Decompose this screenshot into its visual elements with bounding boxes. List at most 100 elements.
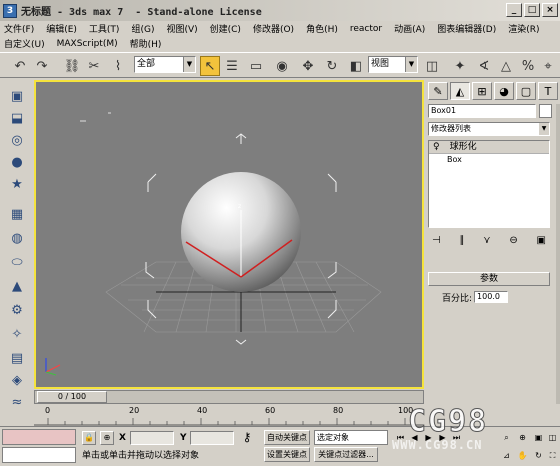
field-of-view-icon[interactable]: ⊿ <box>500 449 513 462</box>
menu-graph-editors[interactable]: 图表编辑器(D) <box>437 22 496 35</box>
select-object-icon[interactable]: ↖ <box>200 56 220 76</box>
object-color-swatch[interactable] <box>539 104 552 118</box>
snap-toggle-icon[interactable]: ∢ <box>474 56 494 76</box>
menu-views[interactable]: 视图(V) <box>166 22 197 35</box>
arc-rotate-icon[interactable]: ↻ <box>532 449 545 462</box>
spinner-snap-icon[interactable]: ⌖ <box>538 56 558 76</box>
create-tube-icon[interactable]: ◎ <box>6 130 28 150</box>
maximize-button[interactable]: □ <box>524 3 540 17</box>
menu-character[interactable]: 角色(H) <box>306 22 338 35</box>
key-icon[interactable]: ⚷ <box>240 431 254 445</box>
pan-icon[interactable]: ✋ <box>516 449 529 462</box>
stack-item-spherify[interactable]: ♀ 球形化 <box>429 141 549 154</box>
menu-customize[interactable]: 自定义(U) <box>4 37 45 50</box>
tab-motion[interactable]: ◕ <box>494 82 514 100</box>
menu-help[interactable]: 帮助(H) <box>130 37 162 50</box>
minimize-button[interactable]: _ <box>506 3 522 17</box>
menu-rendering[interactable]: 渲染(R) <box>508 22 539 35</box>
unlink-icon[interactable]: ✂ <box>84 56 104 76</box>
menu-create[interactable]: 创建(C) <box>210 22 241 35</box>
rectangular-region-icon[interactable]: ▭ <box>246 56 266 76</box>
menu-animation[interactable]: 动画(A) <box>394 22 425 35</box>
create-spacewarp-icon[interactable]: ≈ <box>6 392 28 412</box>
modifier-list-dropdown[interactable]: 修改器列表 ▼ <box>428 122 550 136</box>
key-mode-dropdown[interactable]: 选定对象 <box>314 430 388 445</box>
zoom-icon[interactable]: ⌕ <box>500 431 513 444</box>
create-helper-icon[interactable]: ◈ <box>6 370 28 390</box>
create-sphere-icon[interactable]: ● <box>6 152 28 172</box>
create-gear-icon[interactable]: ⚙ <box>6 300 28 320</box>
move-icon[interactable]: ✥ <box>298 56 318 76</box>
time-slider[interactable]: 0 / 100 <box>34 390 424 404</box>
select-and-manipulate-icon[interactable]: ✦ <box>450 56 470 76</box>
create-box-icon[interactable]: ▣ <box>6 86 28 106</box>
maximize-viewport-icon[interactable]: ⛶ <box>546 449 559 462</box>
tab-utilities[interactable]: T <box>538 82 558 100</box>
lightbulb-icon[interactable]: ♀ <box>433 141 440 153</box>
track-bar[interactable]: 0 20 40 60 80 100 <box>34 406 424 426</box>
angle-snap-icon[interactable]: △ <box>496 56 516 76</box>
window-crossing-icon[interactable]: ◉ <box>272 56 292 76</box>
tab-display[interactable]: ▢ <box>516 82 536 100</box>
command-panel-scrollbar[interactable] <box>556 104 560 404</box>
tab-modify[interactable]: ◭ <box>450 82 470 100</box>
menu-file[interactable]: 文件(F) <box>4 22 34 35</box>
make-unique-icon[interactable]: ⋎ <box>483 235 490 251</box>
menu-edit[interactable]: 编辑(E) <box>46 22 77 35</box>
rotate-icon[interactable]: ↻ <box>322 56 342 76</box>
selection-filter-dropdown[interactable]: 全部 ▼ <box>134 56 196 73</box>
create-torus-icon[interactable]: ◍ <box>6 228 28 248</box>
tab-hierarchy[interactable]: ⊞ <box>472 82 492 100</box>
menu-maxscript[interactable]: MAXScript(M) <box>57 39 118 49</box>
set-key-button[interactable]: 设置关键点 <box>264 447 310 462</box>
time-slider-knob[interactable]: 0 / 100 <box>37 391 107 403</box>
redo-icon[interactable]: ↷ <box>32 56 52 76</box>
absolute-mode-icon[interactable]: ⊕ <box>100 431 114 445</box>
create-camera-icon[interactable]: ▤ <box>6 348 28 368</box>
prompt-line: 单击或单击并拖动以选择对象 <box>82 451 200 461</box>
show-end-result-icon[interactable]: ∥ <box>459 235 464 251</box>
create-plane-icon[interactable]: ▦ <box>6 204 28 224</box>
menu-modifiers[interactable]: 修改器(O) <box>253 22 294 35</box>
undo-icon[interactable]: ↶ <box>10 56 30 76</box>
pin-stack-icon[interactable]: ⊣ <box>432 235 441 251</box>
pivot-center-icon[interactable]: ◫ <box>422 56 442 76</box>
tab-create[interactable]: ✎ <box>428 82 448 100</box>
create-capsule-icon[interactable]: ⬭ <box>6 252 28 272</box>
menu-group[interactable]: 组(G) <box>131 22 154 35</box>
create-cylinder-icon[interactable]: ⬓ <box>6 108 28 128</box>
menu-reactor[interactable]: reactor <box>350 24 382 34</box>
key-filters-button[interactable]: 关键点过滤器... <box>314 447 378 462</box>
stack-item-box[interactable]: Box <box>429 154 549 166</box>
watermark-url: WWW.CG98.CN <box>392 438 483 452</box>
create-pyramid-icon[interactable]: ▲ <box>6 276 28 296</box>
select-and-link-icon[interactable]: ⛓ <box>62 56 82 76</box>
auto-key-button[interactable]: 自动关键点 <box>264 430 310 445</box>
lock-selection-icon[interactable]: 🔒 <box>82 431 96 445</box>
maxscript-listener-top[interactable] <box>2 429 76 445</box>
select-by-name-icon[interactable]: ☰ <box>222 56 242 76</box>
menu-tools[interactable]: 工具(T) <box>89 22 120 35</box>
zoom-all-icon[interactable]: ⊕ <box>516 431 529 444</box>
x-coordinate-field[interactable] <box>130 431 174 445</box>
x-label: X <box>119 433 126 443</box>
chevron-down-icon: ▼ <box>405 57 417 72</box>
reference-coordinate-dropdown[interactable]: 视图 ▼ <box>368 56 418 73</box>
parameters-rollout[interactable]: 参数 <box>428 272 550 286</box>
scale-icon[interactable]: ◧ <box>346 56 366 76</box>
close-button[interactable]: × <box>542 3 558 17</box>
configure-sets-icon[interactable]: ▣ <box>537 235 546 251</box>
percent-snap-icon[interactable]: % <box>518 56 538 76</box>
y-coordinate-field[interactable] <box>190 431 234 445</box>
zoom-extents-icon[interactable]: ▣ <box>532 431 545 444</box>
create-star-icon[interactable]: ★ <box>6 174 28 194</box>
create-light-icon[interactable]: ✧ <box>6 324 28 344</box>
percent-spinner[interactable]: 100.0 <box>474 291 509 303</box>
stack-buttons: ⊣ ∥ ⋎ ⊖ ▣ <box>428 235 550 251</box>
maxscript-listener-bottom[interactable] <box>2 447 76 463</box>
object-name-field[interactable]: Box01 <box>428 104 536 118</box>
zoom-extents-all-icon[interactable]: ◫ <box>546 431 559 444</box>
remove-modifier-icon[interactable]: ⊖ <box>509 235 517 251</box>
bind-space-warp-icon[interactable]: ⌇ <box>108 56 128 76</box>
perspective-viewport[interactable]: z <box>34 80 424 389</box>
